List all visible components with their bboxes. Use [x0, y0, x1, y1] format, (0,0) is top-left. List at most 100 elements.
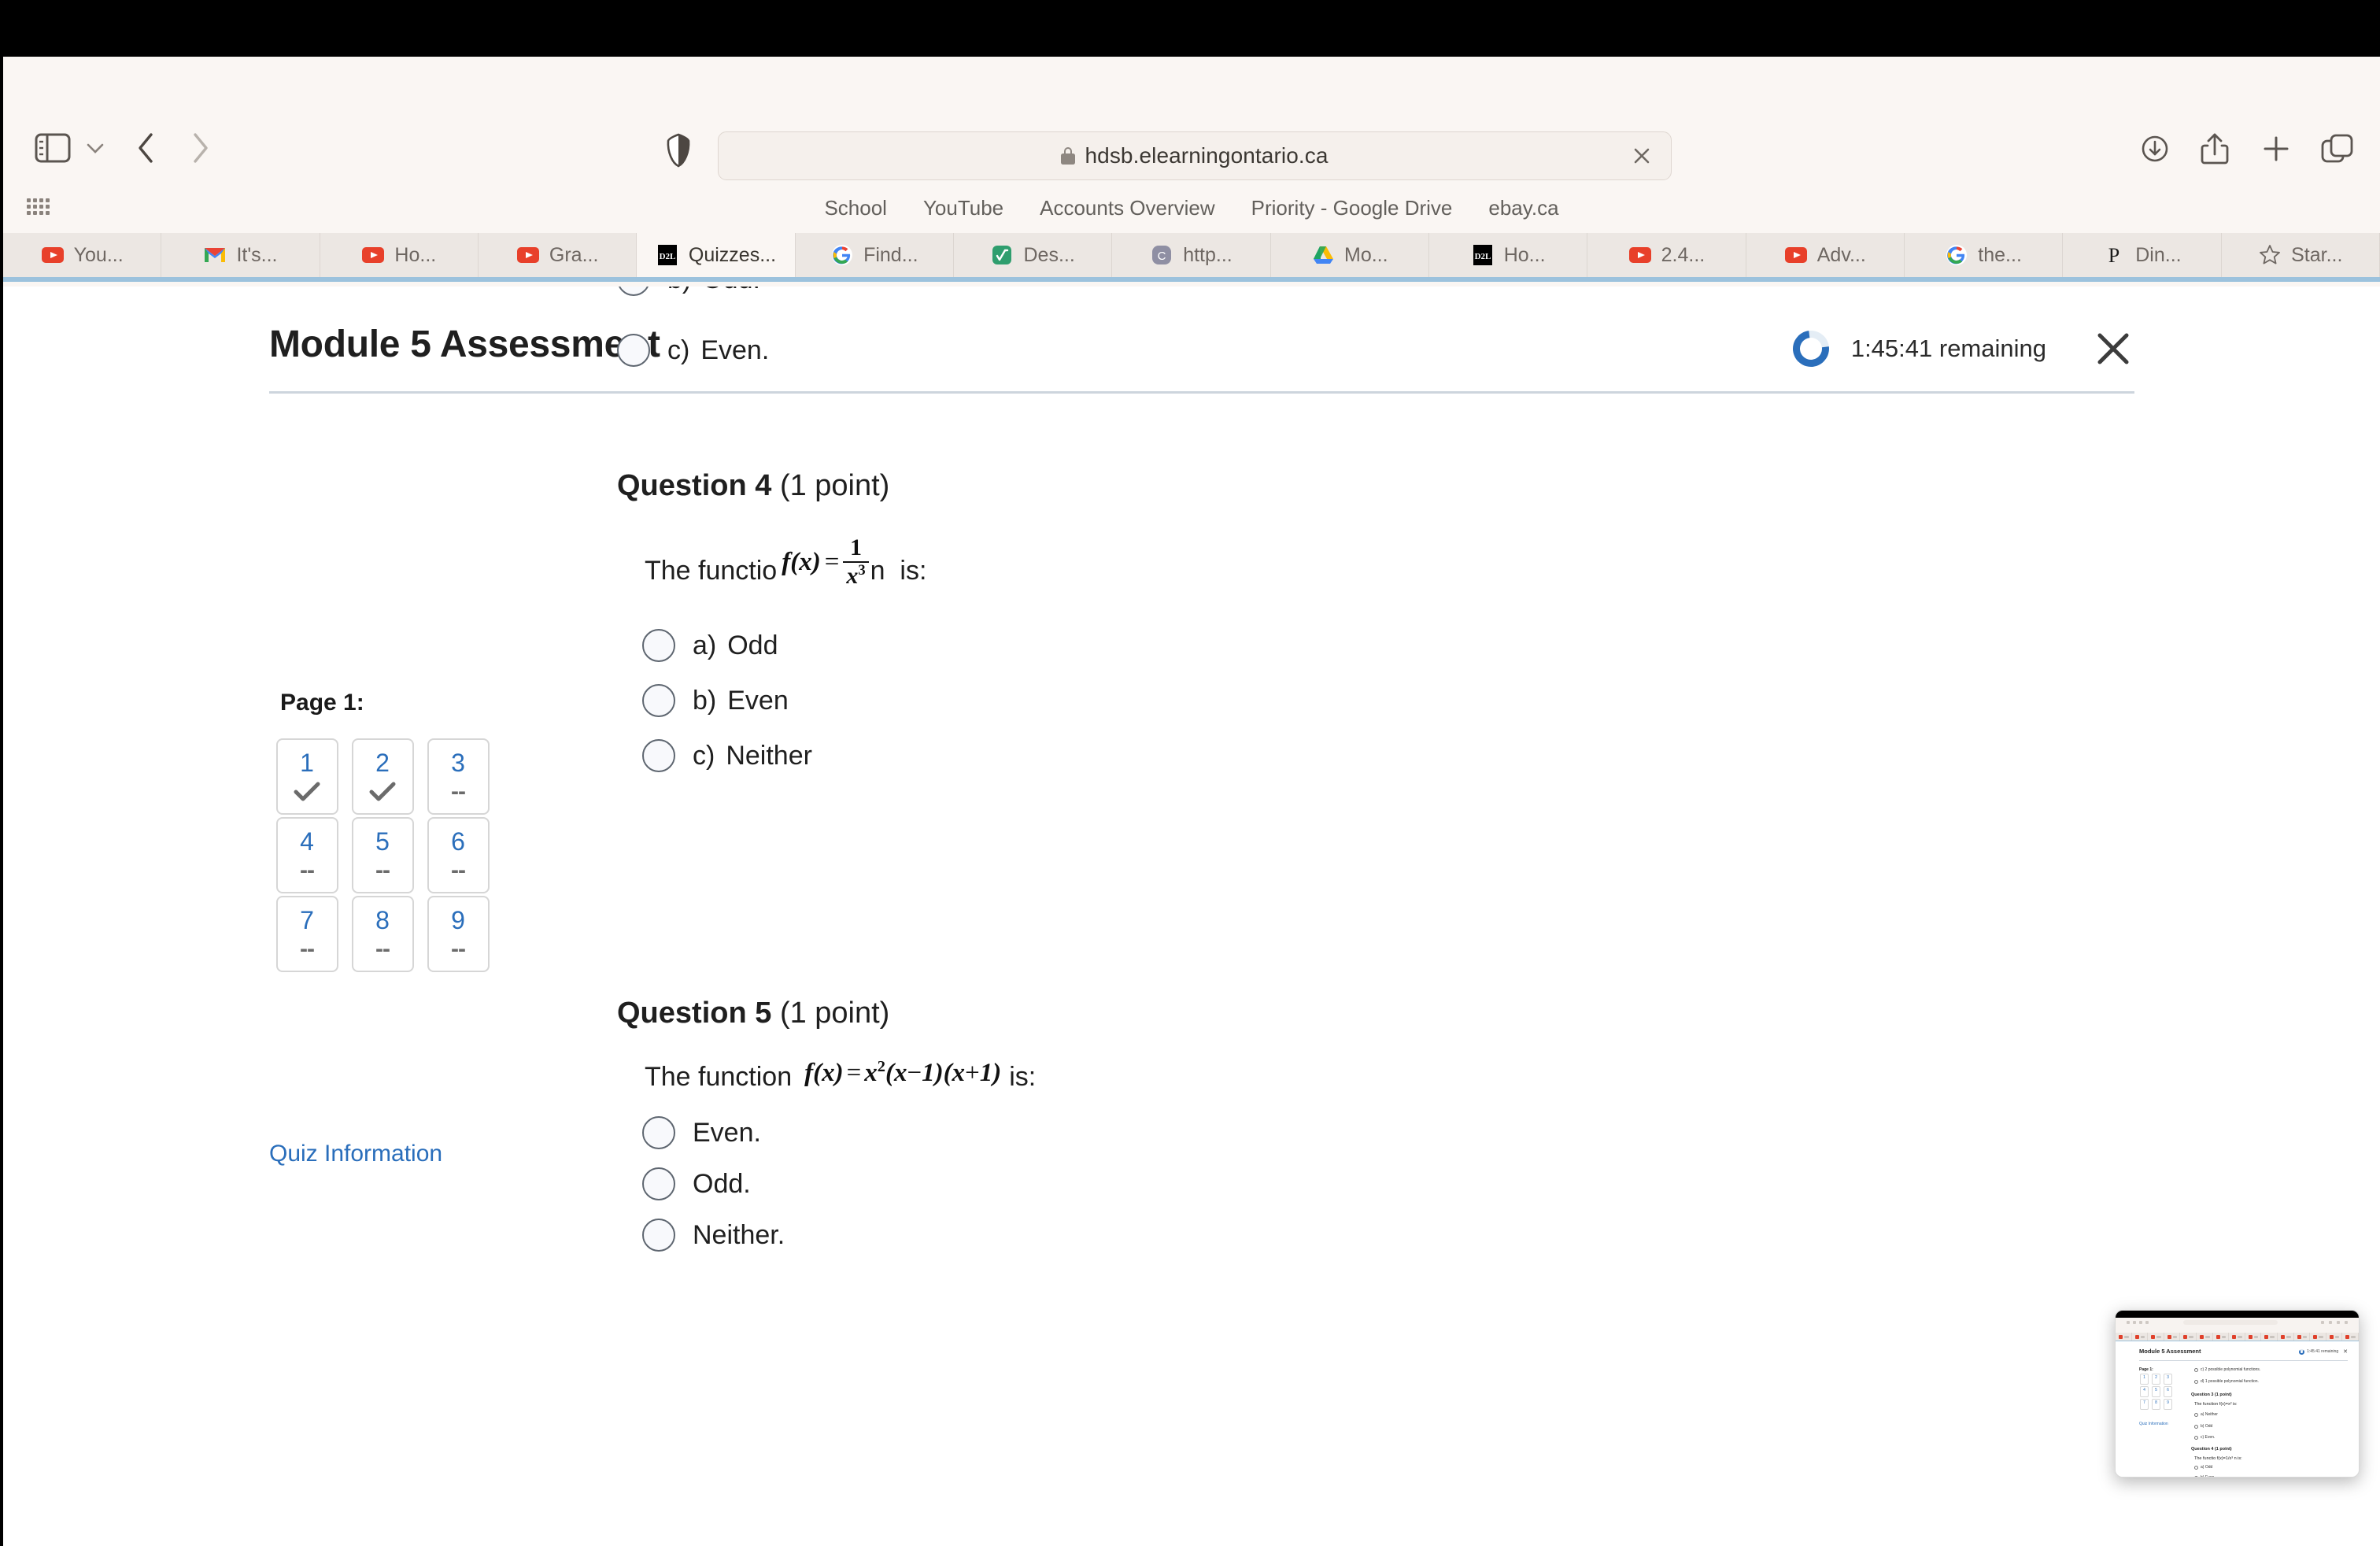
browser-tab[interactable]: Star... — [2221, 233, 2380, 277]
bookmark-item[interactable]: Accounts Overview — [1040, 196, 1215, 220]
browser-tab[interactable]: You... — [3, 233, 162, 277]
radio-button[interactable] — [642, 1219, 675, 1252]
youtube-icon — [41, 243, 65, 267]
question-stem: The function f(x) = x2(x−1)(x+1) is: — [645, 1059, 1955, 1096]
stem-before: The functio — [645, 555, 778, 586]
radio-button[interactable] — [642, 629, 675, 662]
option-row[interactable]: a) Odd — [642, 629, 1955, 662]
thumb-address-bar — [2183, 1320, 2278, 1325]
tab-overview-icon[interactable] — [2319, 129, 2356, 168]
thumb-quiz-information-link: Quiz Information — [2139, 1422, 2168, 1426]
question-number: 1 — [300, 748, 314, 777]
tab-label: It's... — [236, 243, 278, 266]
answered-check-icon — [294, 780, 320, 804]
bookmark-item[interactable]: ebay.ca — [1488, 196, 1558, 220]
tab-label: Ho... — [1503, 243, 1546, 266]
address-bar[interactable]: hdsb.elearningontario.ca — [718, 131, 1672, 180]
browser-tab[interactable]: 2.4... — [1587, 233, 1746, 277]
bookmark-item[interactable]: YouTube — [923, 196, 1003, 220]
option-label: b)Odd. — [667, 287, 760, 295]
download-icon[interactable] — [2136, 129, 2174, 168]
back-button[interactable] — [129, 129, 164, 167]
option-row[interactable]: c) Even. — [617, 334, 769, 367]
option-label: a) Odd — [693, 630, 778, 660]
question-number: 5 — [375, 827, 390, 856]
browser-tab[interactable]: the... — [1904, 233, 2064, 277]
browser-tab[interactable]: It's... — [161, 233, 320, 277]
option-label: Even. — [693, 1117, 761, 1148]
sidebar-toggle-icon[interactable] — [35, 133, 71, 163]
partial-question-options: b)Odd. c)Even. — [617, 287, 769, 367]
forward-button[interactable] — [183, 129, 217, 167]
lock-icon — [1061, 147, 1076, 165]
browser-tab[interactable]: Mo... — [1270, 233, 1429, 277]
thumb-line: a) Neither — [2194, 1412, 2218, 1417]
thumb-divider — [2139, 1360, 2348, 1361]
screenshot-preview-thumbnail[interactable]: Module 5 Assessment 1:45:41 remaining ✕ … — [2115, 1310, 2360, 1478]
thumb-page: Module 5 Assessment 1:45:41 remaining ✕ … — [2116, 1341, 2359, 1477]
question-number: 4 — [300, 827, 314, 856]
stem-after: n is: — [870, 555, 927, 586]
browser-tab[interactable]: D2L Quizzes... — [637, 233, 796, 277]
new-tab-icon[interactable] — [2257, 129, 2295, 168]
browser-tab[interactable]: Des... — [953, 233, 1113, 277]
share-icon[interactable] — [2196, 129, 2234, 168]
close-icon[interactable] — [2092, 327, 2134, 370]
thumb-line: Question 3 (1 point) — [2191, 1393, 2232, 1397]
timer-text: 1:45:41 remaining — [1850, 335, 2046, 362]
desmos-icon — [990, 243, 1014, 267]
unanswered-dash: -- — [451, 935, 466, 962]
thumb-question-grid: 123456789 — [2140, 1374, 2174, 1410]
thumb-line: Question 4 (1 point) — [2191, 1447, 2232, 1452]
option-label: Odd. — [693, 1168, 751, 1199]
question-nav-item-1[interactable]: 1 — [275, 738, 338, 815]
option-row[interactable]: Neither. — [642, 1219, 1955, 1252]
option-label: Neither. — [693, 1219, 785, 1250]
bookmark-item[interactable]: Priority - Google Drive — [1251, 196, 1453, 220]
option-row[interactable]: b) Even — [642, 684, 1955, 717]
option-row[interactable]: c) Neither — [642, 739, 1955, 772]
question-nav-item-2[interactable]: 2 — [351, 738, 414, 815]
svg-text:C: C — [1158, 250, 1166, 263]
radio-button[interactable] — [617, 334, 650, 367]
question-nav-item-9[interactable]: 9 -- — [427, 896, 490, 972]
question-nav-item-5[interactable]: 5 -- — [351, 817, 414, 893]
bookmark-item[interactable]: School — [824, 196, 887, 220]
question-heading: Question 4 (1 point) — [617, 469, 890, 502]
quiz-information-link[interactable]: Quiz Information — [269, 1141, 442, 1167]
c-icon: C — [1150, 243, 1173, 267]
browser-tab[interactable]: Adv... — [1746, 233, 1905, 277]
d2l-icon: D2L — [656, 243, 679, 267]
quiz-header-right: 1:45:41 remaining — [1785, 323, 2134, 375]
thumb-close-icon: ✕ — [2343, 1349, 2348, 1355]
privacy-shield-icon[interactable] — [664, 133, 693, 168]
question-nav-item-7[interactable]: 7 -- — [275, 896, 338, 972]
option-row[interactable]: Odd. — [642, 1167, 1955, 1200]
radio-button[interactable] — [642, 739, 675, 772]
thumb-line: b) Odd — [2194, 1424, 2212, 1429]
radio-button[interactable] — [642, 684, 675, 717]
browser-tab[interactable]: P Din... — [2063, 233, 2222, 277]
radio-button[interactable] — [617, 287, 650, 296]
question-nav-item-3[interactable]: 3 -- — [427, 738, 490, 815]
tab-label: You... — [73, 243, 124, 266]
clear-url-icon[interactable] — [1630, 144, 1654, 168]
tab-label: Mo... — [1344, 243, 1388, 266]
google-icon — [1945, 243, 1968, 267]
answered-check-icon — [369, 780, 396, 804]
browser-tab[interactable]: Chttp... — [1112, 233, 1271, 277]
option-row[interactable]: Even. — [642, 1116, 1955, 1149]
chevron-down-icon[interactable] — [85, 135, 105, 161]
radio-button[interactable] — [642, 1116, 675, 1149]
tab-label: Adv... — [1816, 243, 1866, 266]
radio-button[interactable] — [642, 1167, 675, 1200]
browser-tab[interactable]: D2L Ho... — [1428, 233, 1588, 277]
option-row[interactable]: b)Odd. — [617, 287, 769, 296]
question-nav-item-4[interactable]: 4 -- — [275, 817, 338, 893]
question-nav-item-8[interactable]: 8 -- — [351, 896, 414, 972]
browser-tab[interactable]: Ho... — [320, 233, 479, 277]
browser-tab[interactable]: Gra... — [478, 233, 638, 277]
browser-tab[interactable]: Find... — [795, 233, 954, 277]
question-nav-item-6[interactable]: 6 -- — [427, 817, 490, 893]
tab-label: Des... — [1023, 243, 1075, 266]
